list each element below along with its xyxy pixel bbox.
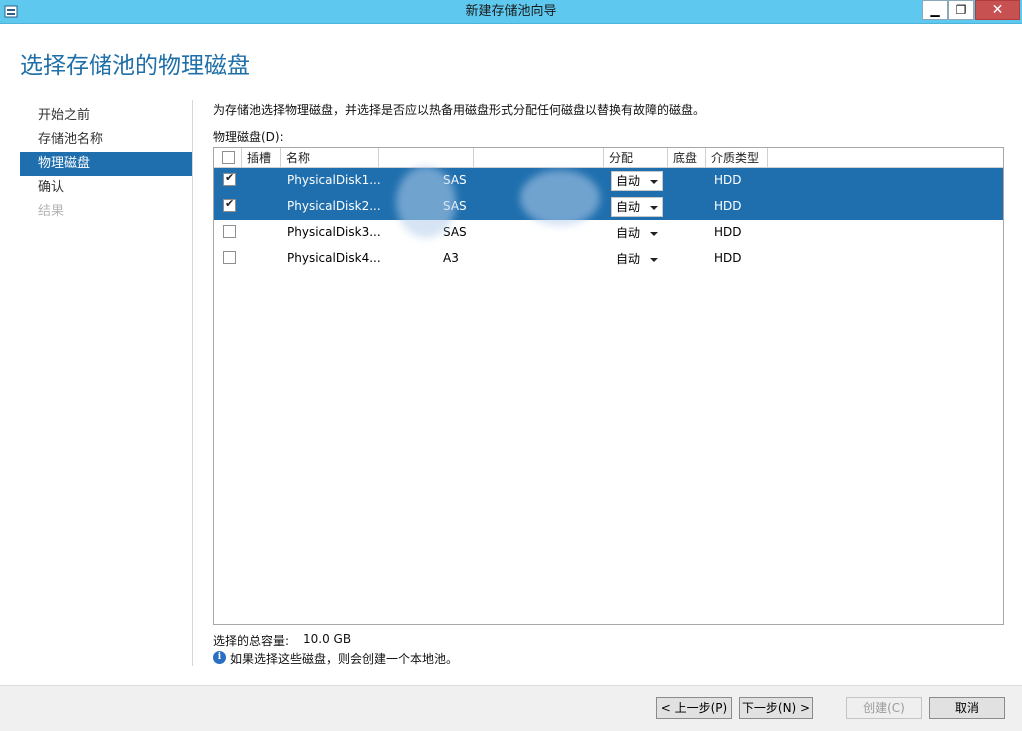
nav-item-pool-name[interactable]: 存储池名称 [20,128,192,152]
nav-item-before-you-begin[interactable]: 开始之前 [20,104,192,128]
allocation-value: 自动 [616,174,641,188]
total-capacity-label: 选择的总容量: [213,634,290,648]
nav-item-results: 结果 [38,204,65,219]
disk-bus-type: A3 [443,251,459,265]
allocation-value: 自动 [616,200,641,214]
disk-media-type: HDD [714,251,742,265]
chevron-down-icon [650,258,658,262]
column-header-allocation[interactable]: 分配 [604,148,668,168]
next-button[interactable]: 下一步(N) > [739,697,813,719]
info-icon: i [213,651,226,664]
close-button[interactable]: ✕ [975,0,1020,20]
page-title: 选择存储池的物理磁盘 [20,53,250,79]
instruction-text: 为存储池选择物理磁盘，并选择是否应以热备用磁盘形式分配任何磁盘以替换有故障的磁盘… [213,103,706,117]
minimize-icon: ▁ [930,3,940,17]
table-row[interactable]: PhysicalDisk1... SAS 自动 HDD [214,168,1003,194]
row-checkbox[interactable] [223,197,236,212]
allocation-select[interactable]: 自动 [611,249,663,269]
allocation-select[interactable]: 自动 [611,223,663,243]
restore-icon: ❐ [955,3,967,17]
table-row[interactable]: PhysicalDisk2... SAS 自动 HDD [214,194,1003,220]
select-all-column [214,148,242,168]
row-checkbox[interactable] [223,225,236,238]
allocation-value: 自动 [616,226,641,240]
column-header-enclosure[interactable]: 底盘 [668,148,706,168]
info-message: 如果选择这些磁盘，则会创建一个本地池。 [230,652,459,666]
create-button: 创建(C) [846,697,922,719]
wizard-footer: < 上一步(P) 下一步(N) > 创建(C) 取消 [0,685,1022,731]
chevron-down-icon [650,206,658,210]
chevron-down-icon [650,232,658,236]
column-header-blank-2[interactable] [474,148,604,168]
disk-name: PhysicalDisk4... [287,251,381,265]
column-header-slot[interactable]: 插槽 [242,148,281,168]
restore-button[interactable]: ❐ [948,0,974,20]
redaction-blur [396,166,456,238]
redaction-blur [520,170,600,226]
nav-divider [192,100,193,666]
row-checkbox[interactable] [223,171,236,186]
previous-button[interactable]: < 上一步(P) [656,697,732,719]
cancel-button[interactable]: 取消 [929,697,1005,719]
column-header-media-type[interactable]: 介质类型 [706,148,768,168]
row-checkbox[interactable] [223,251,236,264]
physical-disks-label: 物理磁盘(D): [213,130,284,144]
table-row[interactable]: PhysicalDisk4... A3 自动 HDD [214,246,1003,272]
window-title: 新建存储池向导 [465,4,557,19]
allocation-select[interactable]: 自动 [611,197,663,217]
close-icon: ✕ [991,2,1004,18]
nav-item-confirmation[interactable]: 确认 [20,176,192,200]
minimize-button[interactable]: ▁ [922,0,948,20]
allocation-select[interactable]: 自动 [611,171,663,191]
grid-header: 插槽 名称 分配 底盘 介质类型 [214,148,1003,168]
column-header-blank-1[interactable] [379,148,474,168]
chevron-down-icon [650,180,658,184]
select-all-checkbox[interactable] [222,151,235,164]
table-row[interactable]: PhysicalDisk3... SAS 自动 HDD [214,220,1003,246]
title-bar: 新建存储池向导 ▁ ❐ ✕ [0,0,1022,24]
total-capacity-value: 10.0 GB [303,632,352,646]
wizard-nav: 开始之前 存储池名称 物理磁盘 确认 结果 [20,104,192,224]
column-header-name[interactable]: 名称 [281,148,379,168]
nav-item-physical-disks[interactable]: 物理磁盘 [20,152,192,176]
physical-disks-grid: 插槽 名称 分配 底盘 介质类型 PhysicalDisk1... SAS 自动… [213,147,1004,625]
allocation-value: 自动 [616,252,641,266]
